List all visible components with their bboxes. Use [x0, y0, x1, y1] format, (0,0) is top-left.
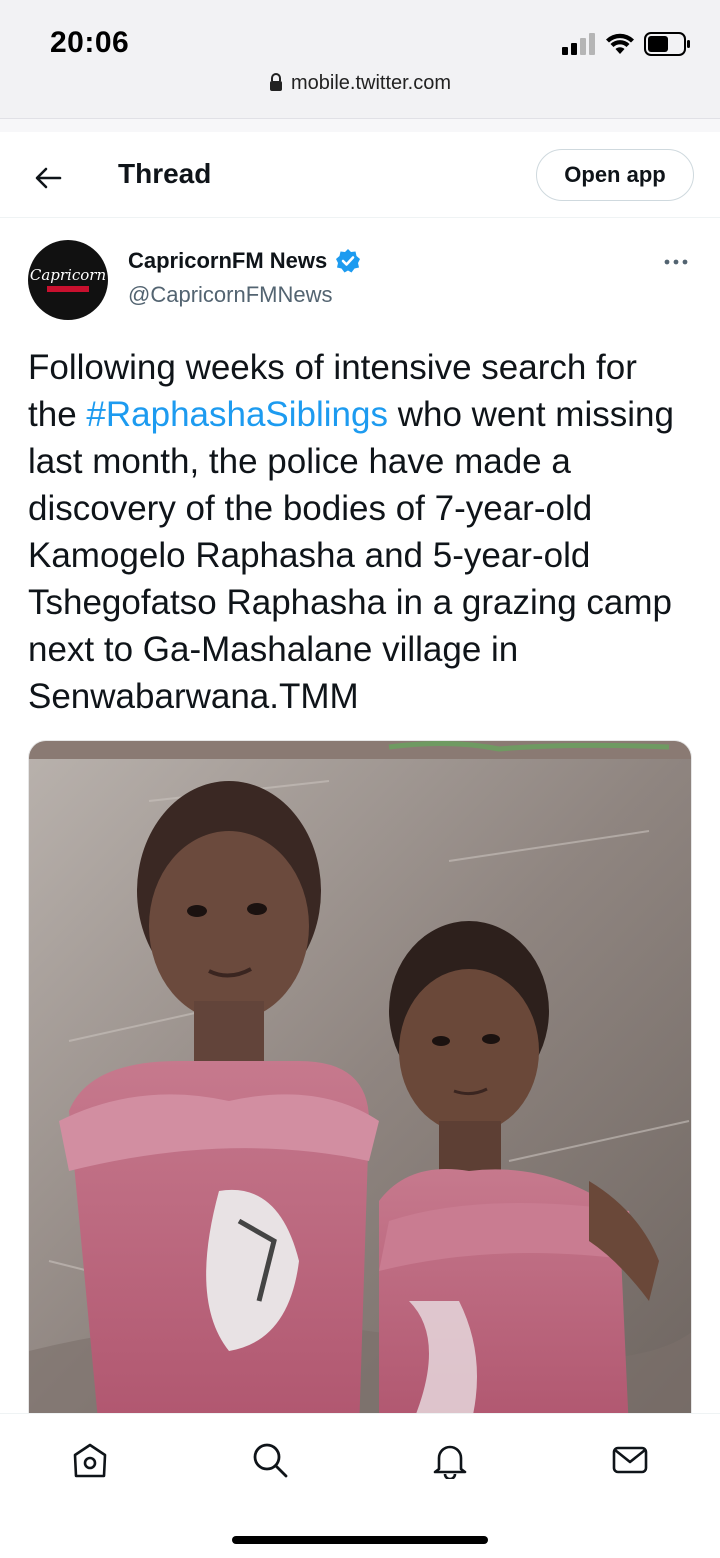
author-name: CapricornFM News — [128, 248, 328, 273]
avatar-logo-text: Capricorn — [29, 266, 107, 284]
author-name-row[interactable]: CapricornFM News — [128, 248, 361, 274]
tweet-text-end: who went missing last month, the police … — [28, 395, 674, 716]
verified-badge-icon — [336, 249, 361, 273]
nav-messages[interactable] — [608, 1438, 652, 1482]
nav-home[interactable] — [68, 1438, 112, 1482]
page-title: Thread — [118, 158, 212, 189]
home-indicator[interactable] — [232, 1536, 488, 1544]
thread-header: Thread Open app — [0, 132, 720, 218]
nav-search[interactable] — [248, 1438, 292, 1482]
battery-icon — [644, 32, 690, 56]
wifi-icon — [606, 33, 634, 54]
bottom-nav — [0, 1413, 720, 1558]
signal-icon — [562, 33, 595, 55]
back-button[interactable] — [28, 158, 68, 198]
notifications-icon — [433, 1445, 467, 1479]
tweet-text: Following weeks of intensive search for … — [28, 344, 692, 720]
more-options-button[interactable] — [660, 250, 692, 274]
status-bar: 20:06 mobile.twitter.com — [0, 0, 720, 118]
tweet-author: Capricorn CapricornFM News @CapricornFMN… — [28, 240, 692, 320]
author-handle[interactable]: @CapricornFMNews — [128, 282, 332, 308]
tweet-photo[interactable] — [28, 740, 692, 1430]
chrome-divider — [0, 118, 720, 132]
search-icon — [253, 1443, 288, 1478]
back-arrow-icon — [35, 167, 62, 189]
open-app-button[interactable]: Open app — [536, 149, 694, 201]
status-time: 20:06 — [50, 26, 130, 59]
more-options-icon — [664, 259, 688, 265]
nav-notifications[interactable] — [428, 1438, 472, 1482]
messages-icon — [612, 1446, 648, 1474]
photo-illustration — [29, 741, 691, 1429]
home-icon — [73, 1443, 107, 1478]
avatar-logo-bar — [47, 286, 89, 292]
avatar[interactable]: Capricorn — [28, 240, 108, 320]
status-icons — [562, 30, 690, 58]
lock-icon — [269, 73, 282, 91]
address-bar[interactable]: mobile.twitter.com — [0, 72, 720, 95]
hashtag-link[interactable]: #RaphashaSiblings — [86, 395, 388, 434]
url-text: mobile.twitter.com — [290, 72, 452, 94]
